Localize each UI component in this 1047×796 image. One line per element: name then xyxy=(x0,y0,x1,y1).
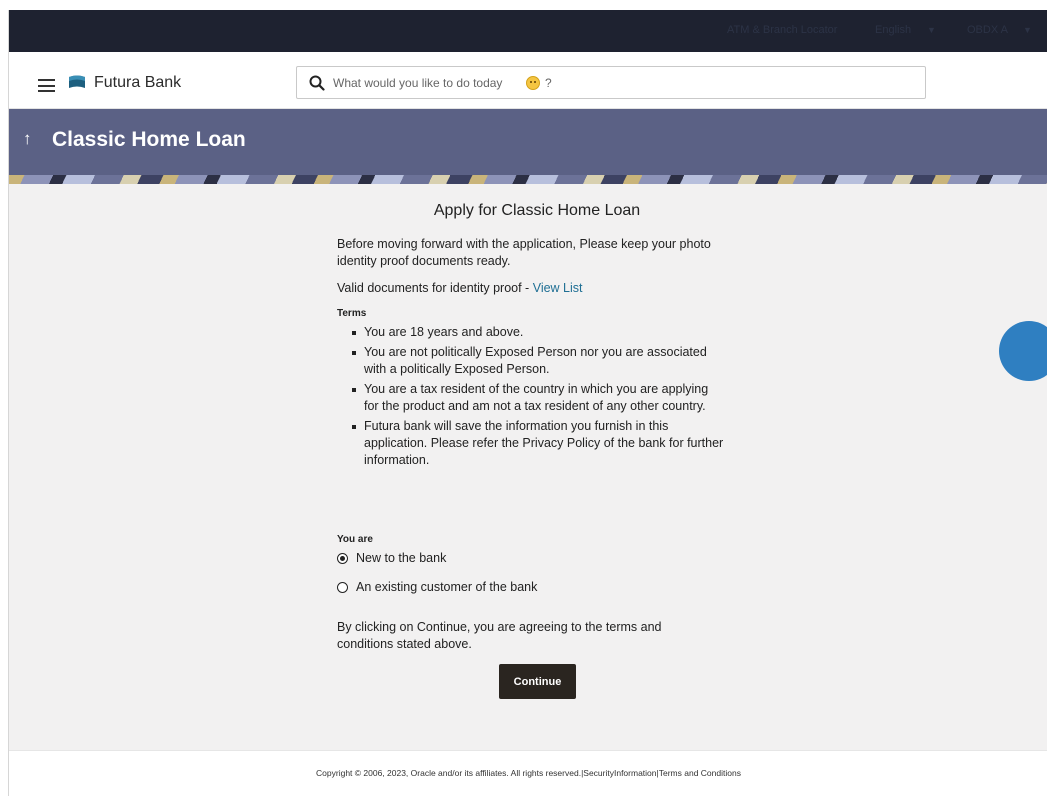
radio-selected-icon[interactable] xyxy=(337,552,348,564)
list-item: You are a tax resident of the country in… xyxy=(337,381,724,415)
user-menu[interactable]: OBDX A xyxy=(967,24,1008,36)
radio-existing-customer[interactable]: An existing customer of the bank xyxy=(337,580,537,594)
header: Futura Bank ? xyxy=(9,52,1047,109)
copyright-text: Copyright © 2006, 2023, Oracle and/or it… xyxy=(316,768,582,778)
radio-label: An existing customer of the bank xyxy=(356,580,538,594)
search-box[interactable]: ? xyxy=(296,66,926,99)
chevron-down-icon[interactable]: ▼ xyxy=(1023,25,1032,35)
valid-documents-text: Valid documents for identity proof - Vie… xyxy=(337,280,583,297)
search-icon xyxy=(309,75,325,91)
view-list-link[interactable]: View List xyxy=(533,281,583,295)
terms-conditions-link[interactable]: Terms and Conditions xyxy=(659,768,741,778)
search-placeholder-suffix: ? xyxy=(545,76,552,90)
footer: Copyright © 2006, 2023, Oracle and/or it… xyxy=(9,750,1047,796)
section-heading: Apply for Classic Home Loan xyxy=(433,202,641,219)
list-item: Futura bank will save the information yo… xyxy=(337,418,724,469)
chevron-down-icon[interactable]: ▼ xyxy=(927,25,936,35)
intro-text: Before moving forward with the applicati… xyxy=(337,237,711,268)
terms-list: You are 18 years and above. You are not … xyxy=(337,324,737,472)
agreement-text: By clicking on Continue, you are agreein… xyxy=(337,620,662,651)
page-banner: ↑ Classic Home Loan xyxy=(9,109,1047,184)
language-selector[interactable]: English xyxy=(875,24,911,36)
continue-button[interactable]: Continue xyxy=(499,664,576,699)
list-item: You are not politically Exposed Person n… xyxy=(337,344,724,378)
top-utility-bar: ATM & Branch Locator English ▼ OBDX A ▼ xyxy=(9,10,1047,52)
radio-label: New to the bank xyxy=(356,551,447,565)
valid-documents-label: Valid documents for identity proof - xyxy=(337,281,533,295)
app-frame: ATM & Branch Locator English ▼ OBDX A ▼ … xyxy=(8,10,1047,796)
list-item: You are 18 years and above. xyxy=(337,324,724,341)
up-arrow-icon[interactable]: ↑ xyxy=(23,129,32,149)
hamburger-menu-icon[interactable] xyxy=(38,79,55,92)
footer-copyright: Copyright © 2006, 2023, Oracle and/or it… xyxy=(316,768,741,778)
you-are-label: You are xyxy=(337,534,373,545)
radio-new-to-bank[interactable]: New to the bank xyxy=(337,551,446,565)
smiley-emoji-icon xyxy=(526,76,540,90)
page-title: Classic Home Loan xyxy=(52,128,246,151)
brand-name: Futura Bank xyxy=(94,74,182,91)
banner-pattern xyxy=(9,175,1047,184)
help-chat-icon[interactable] xyxy=(999,321,1047,381)
bank-logo-icon xyxy=(69,75,85,88)
application-panel: Apply for Classic Home Loan Before movin… xyxy=(337,202,737,699)
radio-unselected-icon[interactable] xyxy=(337,581,348,593)
security-information-link[interactable]: SecurityInformation xyxy=(583,768,656,778)
atm-branch-locator-link[interactable]: ATM & Branch Locator xyxy=(727,24,837,36)
terms-label: Terms xyxy=(337,308,367,319)
